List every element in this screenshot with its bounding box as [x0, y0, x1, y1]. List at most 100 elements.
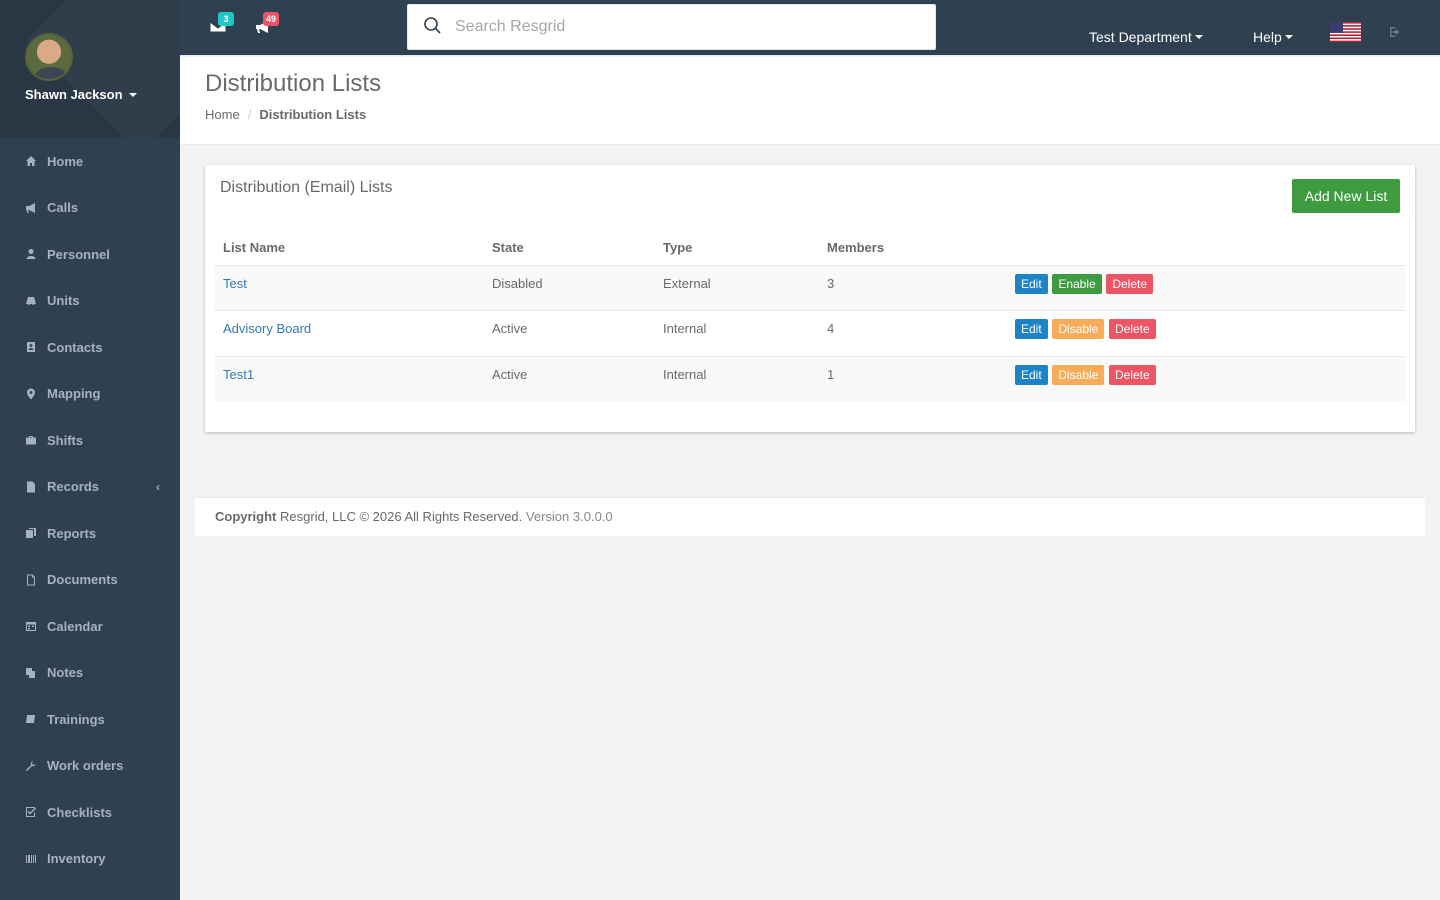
actions-cell: Edit Enable Delete — [1007, 265, 1405, 311]
actions-cell: Edit Disable Delete — [1007, 310, 1405, 357]
sidebar-item-label: Calls — [47, 200, 79, 216]
sidebar-item-label: Work orders — [47, 758, 124, 774]
sidebar-item-label: Trainings — [47, 711, 105, 727]
sidebar-item-label: Reports — [47, 525, 97, 541]
sidebar-item-label: Personnel — [47, 246, 110, 262]
delete-button[interactable]: Delete — [1106, 273, 1153, 294]
members-cell: 3 — [819, 265, 1007, 311]
add-new-list-button[interactable]: Add New List — [1292, 179, 1400, 213]
state-cell: Disabled — [484, 265, 655, 311]
profile-panel: Shawn Jackson — [0, 0, 180, 138]
sidebar-item-inventory[interactable]: Inventory — [0, 836, 180, 883]
sidebar-item-units[interactable]: Units — [0, 278, 180, 325]
sidebar-item-calendar[interactable]: Calendar — [0, 603, 180, 650]
checklist-icon — [25, 806, 37, 818]
notes-icon — [25, 667, 37, 679]
logout-icon[interactable] — [1389, 25, 1403, 39]
list-name-link[interactable]: Test — [223, 276, 247, 291]
column-header: List Name — [215, 230, 484, 266]
wrench-icon — [25, 760, 37, 772]
sidebar-item-personnel[interactable]: Personnel — [0, 231, 180, 278]
version-text: Version 3.0.0.0 — [525, 509, 613, 524]
copyright-text: Resgrid, LLC © 2026 All Rights Reserved. — [280, 509, 523, 524]
document-icon — [25, 574, 37, 586]
edit-button[interactable]: Edit — [1015, 364, 1048, 385]
distribution-lists-panel: Distribution (Email) Lists Add New List … — [205, 165, 1415, 432]
book-icon — [25, 713, 37, 725]
user-menu-toggle[interactable]: Shawn Jackson — [25, 87, 137, 102]
sidebar-item-reports[interactable]: Reports — [0, 510, 180, 557]
caret-down-icon — [1284, 35, 1293, 39]
calls-button[interactable]: 49 — [255, 12, 280, 38]
list-name-link[interactable]: Advisory Board — [223, 321, 311, 336]
help-label: Help — [1253, 29, 1282, 45]
disable-button[interactable]: Disable — [1052, 319, 1105, 339]
sidebar-item-label: Home — [47, 153, 84, 169]
us-flag-icon[interactable] — [1330, 22, 1361, 42]
breadcrumb-home-link[interactable]: Home — [205, 107, 240, 122]
bullhorn-icon — [25, 202, 37, 214]
calendar-icon — [25, 620, 37, 632]
sidebar-item-work-orders[interactable]: Work orders — [0, 743, 180, 790]
column-header-actions — [1007, 230, 1405, 266]
department-dropdown[interactable]: Test Department — [1089, 29, 1203, 45]
table-row: Test1 Active Internal 1 Edit Disable Del… — [215, 356, 1405, 402]
file-icon — [25, 481, 37, 493]
disable-button[interactable]: Disable — [1052, 364, 1105, 385]
sidebar-item-notes[interactable]: Notes — [0, 650, 180, 697]
type-cell: External — [655, 265, 819, 311]
members-cell: 4 — [819, 310, 1007, 357]
sidebar-item-label: Shifts — [47, 432, 84, 448]
user-icon — [25, 248, 37, 260]
edit-button[interactable]: Edit — [1015, 319, 1048, 339]
sidebar-item-label: Notes — [47, 665, 84, 681]
enable-button[interactable]: Enable — [1052, 273, 1102, 294]
search-input[interactable] — [455, 18, 895, 36]
page-title: Distribution Lists — [205, 70, 382, 97]
delete-button[interactable]: Delete — [1108, 364, 1156, 385]
sidebar-item-trainings[interactable]: Trainings — [0, 696, 180, 743]
table-row: Test Disabled External 3 Edit Enable Del… — [215, 265, 1405, 311]
messages-badge: 3 — [218, 12, 234, 26]
messages-button[interactable]: 3 — [209, 12, 234, 38]
list-name-link[interactable]: Test1 — [223, 367, 254, 382]
panel-title: Distribution (Email) Lists — [220, 179, 393, 196]
sidebar-item-label: Documents — [47, 572, 118, 588]
sidebar-item-label: Units — [47, 293, 80, 309]
members-cell: 1 — [819, 356, 1007, 402]
sidebar-item-records[interactable]: Records ‹ — [0, 464, 180, 511]
column-header: Type — [655, 230, 819, 266]
sidebar-item-calls[interactable]: Calls — [0, 185, 180, 232]
top-navbar: 3 49 Test Department Help — [180, 0, 1440, 56]
sidebar: Shawn Jackson Home Calls Personnel Units… — [0, 0, 180, 900]
sidebar-item-label: Contacts — [47, 339, 103, 355]
delete-button[interactable]: Delete — [1108, 319, 1156, 339]
edit-button[interactable]: Edit — [1015, 273, 1048, 294]
map-marker-icon — [25, 388, 37, 400]
footer: Copyright Resgrid, LLC © 2026 All Rights… — [195, 497, 1425, 536]
help-dropdown[interactable]: Help — [1253, 29, 1293, 45]
sidebar-item-shifts[interactable]: Shifts — [0, 417, 180, 464]
search-box — [407, 4, 936, 50]
avatar[interactable] — [25, 33, 73, 81]
state-cell: Active — [484, 310, 655, 357]
calls-badge: 49 — [263, 12, 280, 26]
home-icon — [25, 155, 37, 167]
sidebar-item-documents[interactable]: Documents — [0, 557, 180, 604]
barcode-icon — [25, 853, 37, 865]
contact-card-icon — [25, 341, 37, 353]
sidebar-item-mapping[interactable]: Mapping — [0, 371, 180, 418]
distribution-lists-table: List Name State Type Members Test Disabl… — [215, 230, 1405, 402]
sidebar-item-label: Records — [47, 479, 100, 495]
table-header-row: List Name State Type Members — [215, 230, 1405, 266]
sidebar-item-home[interactable]: Home — [0, 138, 180, 185]
department-label: Test Department — [1089, 29, 1192, 45]
state-cell: Active — [484, 356, 655, 402]
search-icon — [408, 16, 443, 39]
sidebar-item-label: Calendar — [47, 618, 103, 634]
sidebar-item-checklists[interactable]: Checklists — [0, 789, 180, 836]
type-cell: Internal — [655, 310, 819, 357]
user-name: Shawn Jackson — [25, 87, 123, 102]
sidebar-nav: Home Calls Personnel Units Contacts Mapp… — [0, 138, 180, 882]
sidebar-item-contacts[interactable]: Contacts — [0, 324, 180, 371]
